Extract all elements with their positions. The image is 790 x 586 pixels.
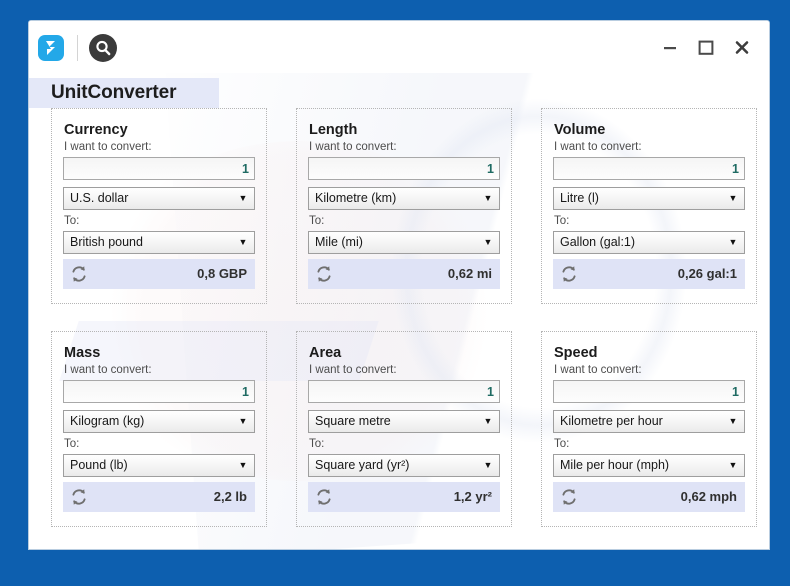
- convert-from-label: I want to convert:: [309, 141, 397, 153]
- amount-input[interactable]: [63, 157, 255, 180]
- to-unit-select[interactable]: Pound (lb) ▼: [63, 454, 255, 477]
- panel-title: Volume: [554, 122, 606, 138]
- chevron-down-icon: ▼: [238, 460, 248, 470]
- convert-from-label: I want to convert:: [64, 141, 152, 153]
- convert-from-label: I want to convert:: [554, 364, 642, 376]
- to-unit-value: Mile per hour (mph): [560, 458, 670, 472]
- to-unit-select[interactable]: Gallon (gal:1) ▼: [553, 231, 745, 254]
- from-unit-select[interactable]: Litre (l) ▼: [553, 187, 745, 210]
- convert-from-label: I want to convert:: [309, 364, 397, 376]
- from-unit-value: Kilometre (km): [315, 191, 397, 205]
- minimize-icon[interactable]: [657, 35, 683, 59]
- from-unit-select[interactable]: Kilogram (kg) ▼: [63, 410, 255, 433]
- to-unit-value: Mile (mi): [315, 235, 363, 249]
- panel-title: Speed: [554, 345, 598, 361]
- to-unit-select[interactable]: British pound ▼: [63, 231, 255, 254]
- panel-title: Length: [309, 122, 358, 138]
- chevron-down-icon: ▼: [238, 416, 248, 426]
- convert-to-label: To:: [309, 438, 325, 450]
- desktop-background: UnitConverter Currency I want to convert…: [0, 0, 790, 586]
- converter-panel-mass: Mass I want to convert: Kilogram (kg) ▼ …: [51, 331, 267, 527]
- converter-panel-currency: Currency I want to convert: U.S. dollar …: [51, 108, 267, 304]
- chevron-down-icon: ▼: [483, 237, 493, 247]
- from-unit-value: Kilogram (kg): [70, 414, 145, 428]
- convert-to-label: To:: [64, 438, 80, 450]
- to-unit-value: Pound (lb): [70, 458, 128, 472]
- convert-to-label: To:: [554, 215, 570, 227]
- swap-icon[interactable]: [314, 487, 334, 507]
- result-value: 2,2 lb: [213, 489, 247, 504]
- swap-icon[interactable]: [559, 487, 579, 507]
- result-bar[interactable]: 0,8 GBP: [63, 259, 255, 289]
- from-unit-select[interactable]: Kilometre per hour ▼: [553, 410, 745, 433]
- to-unit-select[interactable]: Mile (mi) ▼: [308, 231, 500, 254]
- converter-panel-area: Area I want to convert: Square metre ▼ T…: [296, 331, 512, 527]
- result-value: 0,8 GBP: [197, 266, 247, 281]
- from-unit-select[interactable]: U.S. dollar ▼: [63, 187, 255, 210]
- page-title: UnitConverter: [51, 82, 177, 103]
- chevron-down-icon: ▼: [483, 460, 493, 470]
- to-unit-select[interactable]: Mile per hour (mph) ▼: [553, 454, 745, 477]
- converter-panel-grid: Currency I want to convert: U.S. dollar …: [51, 108, 757, 527]
- close-icon[interactable]: [729, 35, 755, 59]
- amount-input[interactable]: [308, 157, 500, 180]
- from-unit-value: U.S. dollar: [70, 191, 129, 205]
- amount-input[interactable]: [308, 380, 500, 403]
- to-unit-value: Square yard (yr²): [315, 458, 410, 472]
- to-unit-value: Gallon (gal:1): [560, 235, 636, 249]
- chevron-down-icon: ▼: [728, 193, 738, 203]
- application-window: UnitConverter Currency I want to convert…: [28, 20, 770, 550]
- panel-title: Area: [309, 345, 342, 361]
- panel-title: Currency: [64, 122, 128, 138]
- convert-to-label: To:: [554, 438, 570, 450]
- search-icon[interactable]: [89, 34, 117, 62]
- swap-icon[interactable]: [69, 487, 89, 507]
- app-logo-icon: [38, 35, 64, 61]
- result-value: 0,62 mi: [447, 266, 492, 281]
- amount-input[interactable]: [553, 380, 745, 403]
- chevron-down-icon: ▼: [728, 416, 738, 426]
- swap-icon[interactable]: [69, 264, 89, 284]
- convert-from-label: I want to convert:: [64, 364, 152, 376]
- converter-panel-length: Length I want to convert: Kilometre (km)…: [296, 108, 512, 304]
- from-unit-value: Square metre: [315, 414, 391, 428]
- chevron-down-icon: ▼: [483, 193, 493, 203]
- convert-to-label: To:: [64, 215, 80, 227]
- panel-title: Mass: [64, 345, 101, 361]
- from-unit-select[interactable]: Kilometre (km) ▼: [308, 187, 500, 210]
- amount-input[interactable]: [63, 380, 255, 403]
- from-unit-value: Kilometre per hour: [560, 414, 663, 428]
- chevron-down-icon: ▼: [728, 237, 738, 247]
- from-unit-select[interactable]: Square metre ▼: [308, 410, 500, 433]
- converter-panel-volume: Volume I want to convert: Litre (l) ▼ To…: [541, 108, 757, 304]
- toolbar-divider: [77, 35, 78, 61]
- chevron-down-icon: ▼: [238, 193, 248, 203]
- result-bar[interactable]: 0,26 gal:1: [553, 259, 745, 289]
- chevron-down-icon: ▼: [728, 460, 738, 470]
- chevron-down-icon: ▼: [238, 237, 248, 247]
- amount-input[interactable]: [553, 157, 745, 180]
- swap-icon[interactable]: [314, 264, 334, 284]
- chevron-down-icon: ▼: [483, 416, 493, 426]
- convert-to-label: To:: [309, 215, 325, 227]
- to-unit-value: British pound: [70, 235, 143, 249]
- convert-from-label: I want to convert:: [554, 141, 642, 153]
- title-bar: [29, 21, 769, 73]
- result-bar[interactable]: 2,2 lb: [63, 482, 255, 512]
- result-value: 1,2 yr²: [453, 489, 492, 504]
- result-value: 0,62 mph: [680, 489, 737, 504]
- result-bar[interactable]: 1,2 yr²: [308, 482, 500, 512]
- result-bar[interactable]: 0,62 mph: [553, 482, 745, 512]
- result-bar[interactable]: 0,62 mi: [308, 259, 500, 289]
- converter-panel-speed: Speed I want to convert: Kilometre per h…: [541, 331, 757, 527]
- result-value: 0,26 gal:1: [677, 266, 737, 281]
- to-unit-select[interactable]: Square yard (yr²) ▼: [308, 454, 500, 477]
- from-unit-value: Litre (l): [560, 191, 599, 205]
- maximize-icon[interactable]: [693, 35, 719, 59]
- swap-icon[interactable]: [559, 264, 579, 284]
